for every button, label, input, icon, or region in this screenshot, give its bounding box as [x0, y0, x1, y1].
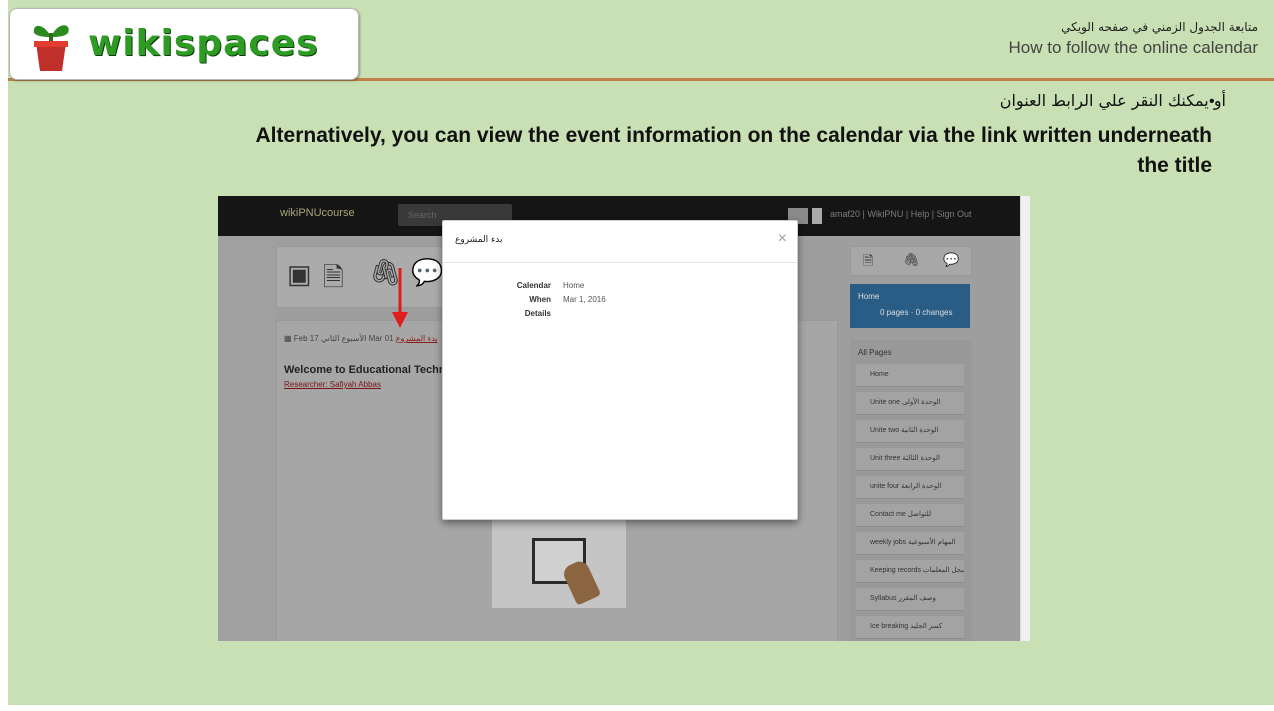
scrollbar[interactable] — [1020, 196, 1030, 641]
sidebar-item[interactable]: Unite two الوحدة الثانية — [856, 420, 964, 443]
hand-icon — [560, 558, 602, 606]
comment-icon[interactable]: 💬 — [411, 257, 443, 288]
event-date-bar: ▦ Feb 17 الأسبوع الثاني Mar 01 بدء المشر… — [284, 334, 438, 343]
page-icon[interactable]: 🗎 — [323, 259, 344, 303]
wiki-top-links[interactable]: amaf20 | WikiPNU | Help | Sign Out — [830, 209, 972, 219]
body-text-english: Alternatively, you can view the event in… — [255, 124, 1212, 177]
right-toolbar: 🗎 🖇 💬 — [850, 246, 972, 276]
date-to: Mar 01 — [368, 334, 394, 343]
all-pages-header[interactable]: All Pages — [858, 348, 892, 357]
notification-icon[interactable] — [812, 208, 822, 224]
date-from: Feb 17 — [293, 334, 319, 343]
sidebar-item[interactable]: weekly jobs المهام الأسبوعية — [856, 532, 964, 555]
sidebar-item[interactable]: Contact me للتواصل — [856, 504, 964, 527]
page-subheading-link[interactable]: Researcher: Safiyah Abbas — [284, 380, 381, 389]
home-summary-box[interactable]: Home 0 pages · 0 changes — [850, 284, 970, 328]
slide: wikispaces متابعة الجدول الزمني في صفحه … — [0, 0, 1274, 711]
when-value: Mar 1, 2016 — [563, 295, 606, 304]
calendar-label: Calendar — [516, 281, 551, 290]
page-illustration — [492, 518, 626, 608]
page-icon[interactable]: 🗎 — [863, 252, 873, 274]
logo-text: wikispaces — [88, 23, 319, 64]
sidebar-item[interactable]: unite four الوحدة الرابعة — [856, 476, 964, 499]
page-counts: 0 pages · 0 changes — [880, 308, 953, 317]
modal-title: بدء المشروع — [455, 235, 503, 245]
comment-icon[interactable]: 💬 — [943, 252, 959, 268]
all-pages-sidebar: All Pages Home Unite one الوحدة الأولى U… — [850, 340, 972, 641]
sidebar-item[interactable]: Unit three الوحدة الثالثة — [856, 448, 964, 471]
wiki-brand[interactable]: wikiPNUcourse — [280, 207, 355, 219]
header-title-arabic: متابعة الجدول الزمني في صفحه الويكي — [1061, 20, 1258, 34]
bullet-text-arabic: أو يمكنك النقر علي الرابط العنوان — [999, 91, 1226, 110]
sidebar-item[interactable]: Home — [856, 364, 964, 387]
sidebar-item[interactable]: Ice breaking كسر الجليد — [856, 616, 964, 639]
attachment-icon[interactable]: 🖇 — [903, 252, 920, 268]
header-title-english: How to follow the online calendar — [1008, 38, 1258, 57]
page-heading: Welcome to Educational Techno — [284, 364, 453, 376]
left-gutter — [218, 236, 276, 641]
date-from-arabic: الأسبوع الثاني — [320, 334, 367, 343]
close-icon[interactable]: × — [778, 230, 787, 248]
sidebar-item[interactable]: Unite one الوحدة الأولى — [856, 392, 964, 415]
calendar-icon: ▦ — [284, 334, 292, 343]
home-label: Home — [858, 292, 880, 301]
details-label: Details — [524, 309, 551, 318]
wikispaces-logo: wikispaces — [9, 8, 359, 80]
flower-pot-icon — [33, 25, 69, 71]
editor-icon[interactable]: ▣ — [287, 259, 312, 290]
sidebar-item[interactable]: Keeping records سجل المعلمات — [856, 560, 964, 583]
when-label: When — [529, 295, 551, 304]
slide-bottom-edge — [0, 705, 1274, 711]
event-title-link[interactable]: بدء المشروع — [396, 334, 438, 343]
event-modal: بدء المشروع × Calendar Home When Mar 1, … — [442, 220, 798, 520]
calendar-value: Home — [563, 281, 585, 290]
embedded-screenshot: wikiPNUcourse Search amaf20 | WikiPNU | … — [218, 196, 1030, 641]
slide-left-edge — [0, 0, 8, 711]
red-arrow-icon — [392, 268, 408, 328]
sidebar-item[interactable]: Syllabus وصف المقرر — [856, 588, 964, 611]
modal-header: بدء المشروع × — [443, 221, 797, 263]
